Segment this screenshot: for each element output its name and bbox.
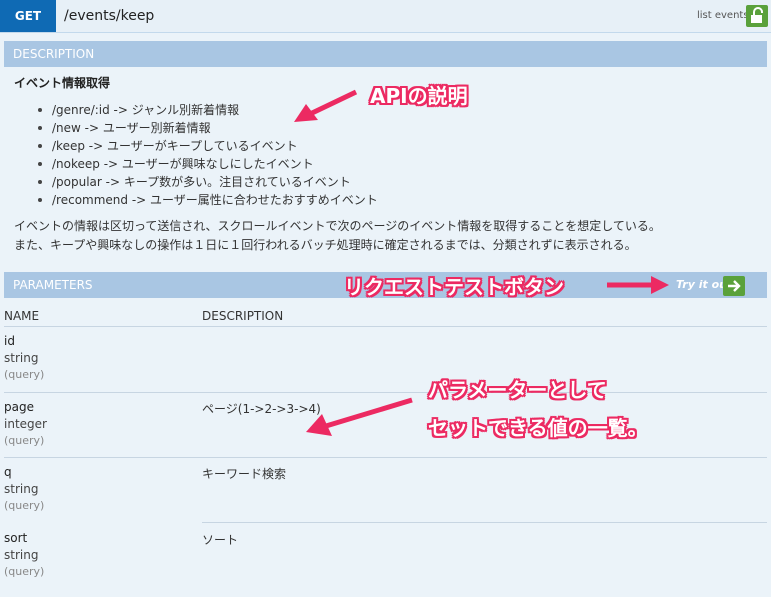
- annotation-request-test: リクエストテストボタン: [344, 275, 564, 299]
- list-item: /popular -> キープ数が多い。注目されているイベント: [36, 173, 378, 191]
- unlock-icon[interactable]: [746, 5, 768, 27]
- description-header: DESCRIPTION: [4, 41, 767, 67]
- param-type: string: [4, 351, 39, 365]
- divider: [4, 457, 767, 458]
- annotation-arrow-icon: [607, 276, 669, 294]
- param-location: (query): [4, 434, 45, 447]
- description-paragraph: イベントの情報は区切って送信され、スクロールイベントで次のページのイベント情報を…: [14, 217, 661, 255]
- description-title: イベント情報取得: [14, 76, 111, 90]
- annotation-arrow-icon: [294, 89, 358, 122]
- arrow-right-icon[interactable]: [723, 276, 745, 296]
- list-item: /keep -> ユーザーがキープしているイベント: [36, 137, 378, 155]
- list-item: /nokeep -> ユーザーが興味なしにしたイベント: [36, 155, 378, 173]
- divider: [4, 392, 767, 393]
- endpoint-bar[interactable]: GET /events/keep list events: [0, 0, 771, 33]
- list-item: /recommend -> ユーザー属性に合わせたおすすめイベント: [36, 191, 378, 209]
- parameter-row-id: id string (query): [4, 334, 767, 400]
- param-name: q: [4, 465, 12, 479]
- paragraph-line: イベントの情報は区切って送信され、スクロールイベントで次のページのイベント情報を…: [14, 219, 661, 233]
- param-description: キーワード検索: [202, 467, 287, 481]
- param-name: page: [4, 400, 34, 414]
- param-type: integer: [4, 417, 47, 431]
- annotation-params-line1: パラメーターとして: [428, 378, 607, 402]
- param-description: ソート: [202, 533, 239, 547]
- endpoint-path[interactable]: /events/keep: [64, 0, 154, 32]
- annotation-params-line2: セットできる値の一覧。: [428, 416, 648, 440]
- list-events-link[interactable]: list events: [697, 0, 749, 32]
- divider: [4, 326, 767, 327]
- param-location: (query): [4, 565, 45, 578]
- parameter-row-sort: sort string (query) ソート: [4, 531, 767, 597]
- param-name: sort: [4, 531, 28, 545]
- method-badge[interactable]: GET: [0, 0, 56, 32]
- annotation-api-description: APIの説明: [370, 84, 468, 108]
- param-type: string: [4, 482, 39, 496]
- param-location: (query): [4, 499, 45, 512]
- column-header-name: NAME: [4, 309, 40, 323]
- param-description: ページ(1->2->3->4): [202, 402, 321, 416]
- column-header-description: DESCRIPTION: [202, 309, 284, 323]
- param-location: (query): [4, 368, 45, 381]
- paragraph-line: また、キープや興味なしの操作は１日に１回行われるバッチ処理時に確定されるまでは、…: [14, 238, 637, 252]
- annotation-arrow-icon: [306, 397, 413, 436]
- param-name: id: [4, 334, 15, 348]
- param-type: string: [4, 548, 39, 562]
- divider: [202, 522, 767, 523]
